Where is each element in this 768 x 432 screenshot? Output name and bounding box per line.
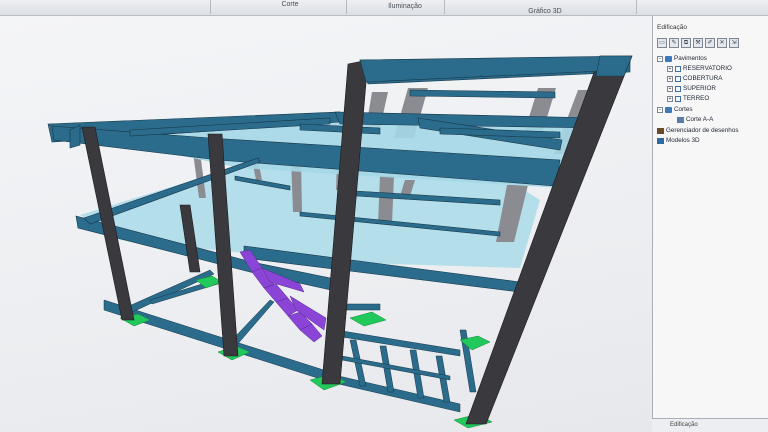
expand-icon[interactable]: + [667,85,673,92]
tree-node-superior[interactable]: + SUPERIOR [667,84,716,93]
tree-node-gerenciador[interactable]: Gerenciador de desenhos [657,126,738,135]
model-3d-icon [657,137,664,144]
ribbon-group-label: Corte [281,1,299,8]
roof-beams [47,57,631,187]
tree-label: RESERVATORIO [683,65,732,72]
floor-level-icon [675,85,681,92]
ribbon-group-grafico-3d[interactable]: Gráfico 3D [495,0,595,16]
tree-label: SUPERIOR [683,85,716,92]
copy-icon[interactable]: ⧉ [681,38,691,48]
folder-icon [665,55,672,62]
folder-icon [665,106,672,113]
tree-label: COBERTURA [683,75,723,82]
collapse-icon[interactable]: − [657,106,663,113]
ribbon-group-corte[interactable]: Corte [250,0,330,16]
toolbar-separator [210,0,211,14]
structure-3d-model[interactable] [0,16,652,432]
building-panel: Edificação ▭ ✎ ⧉ ⚒ ✐ ✕ ⇲ − Pavimentos + … [652,16,768,432]
panel-toolbar: ▭ ✎ ⧉ ⚒ ✐ ✕ ⇲ [657,38,765,50]
export-icon[interactable]: ⇲ [729,38,739,48]
section-cut-icon [677,116,684,123]
tree-node-modelos-3d[interactable]: Modelos 3D [657,136,700,145]
delete-icon[interactable]: ✕ [717,38,727,48]
tree-node-cobertura[interactable]: + COBERTURA [667,74,722,83]
ribbon-group-iluminacao[interactable]: Iluminação [355,0,455,16]
floor-level-icon [675,95,681,102]
toolbar-separator [346,0,347,14]
3d-viewport[interactable] [0,16,652,432]
tree-node-corte-aa[interactable]: Corte A-A [677,115,713,124]
floor-level-icon [675,75,681,82]
new-icon[interactable]: ▭ [657,38,667,48]
floor-level-icon [675,65,681,72]
toolbar-separator [444,0,445,14]
collapse-icon[interactable]: − [657,55,663,62]
ribbon-toolbar: Corte Iluminação Gráfico 3D [0,0,768,16]
drawing-manager-icon [657,127,664,134]
panel-footer-tab[interactable]: Edificação [652,418,768,432]
panel-title: Edificação [657,24,687,31]
tree-label: Gerenciador de desenhos [666,127,739,134]
tree-label: Cortes [674,106,693,113]
tree-node-reservatorio[interactable]: + RESERVATORIO [667,64,732,73]
expand-icon[interactable]: + [667,75,673,82]
tree-node-cortes[interactable]: − Cortes [657,105,693,114]
edit-icon[interactable]: ✎ [669,38,679,48]
tree-node-terreo[interactable]: + TERREO [667,94,709,103]
ribbon-group-label: Iluminação [388,3,422,10]
foundation-beams [103,269,477,413]
tree-label: Corte A-A [686,116,714,123]
expand-icon[interactable]: + [667,95,673,102]
brush-icon[interactable]: ✐ [705,38,715,48]
ribbon-group-label: Gráfico 3D [528,8,562,15]
tree-label: Modelos 3D [666,137,700,144]
tree-label: TERREO [683,95,710,102]
tools-icon[interactable]: ⚒ [693,38,703,48]
tree-node-pavimentos[interactable]: − Pavimentos [657,54,707,63]
toolbar-separator [636,0,637,14]
expand-icon[interactable]: + [667,65,673,72]
tree-label: Pavimentos [674,55,707,62]
